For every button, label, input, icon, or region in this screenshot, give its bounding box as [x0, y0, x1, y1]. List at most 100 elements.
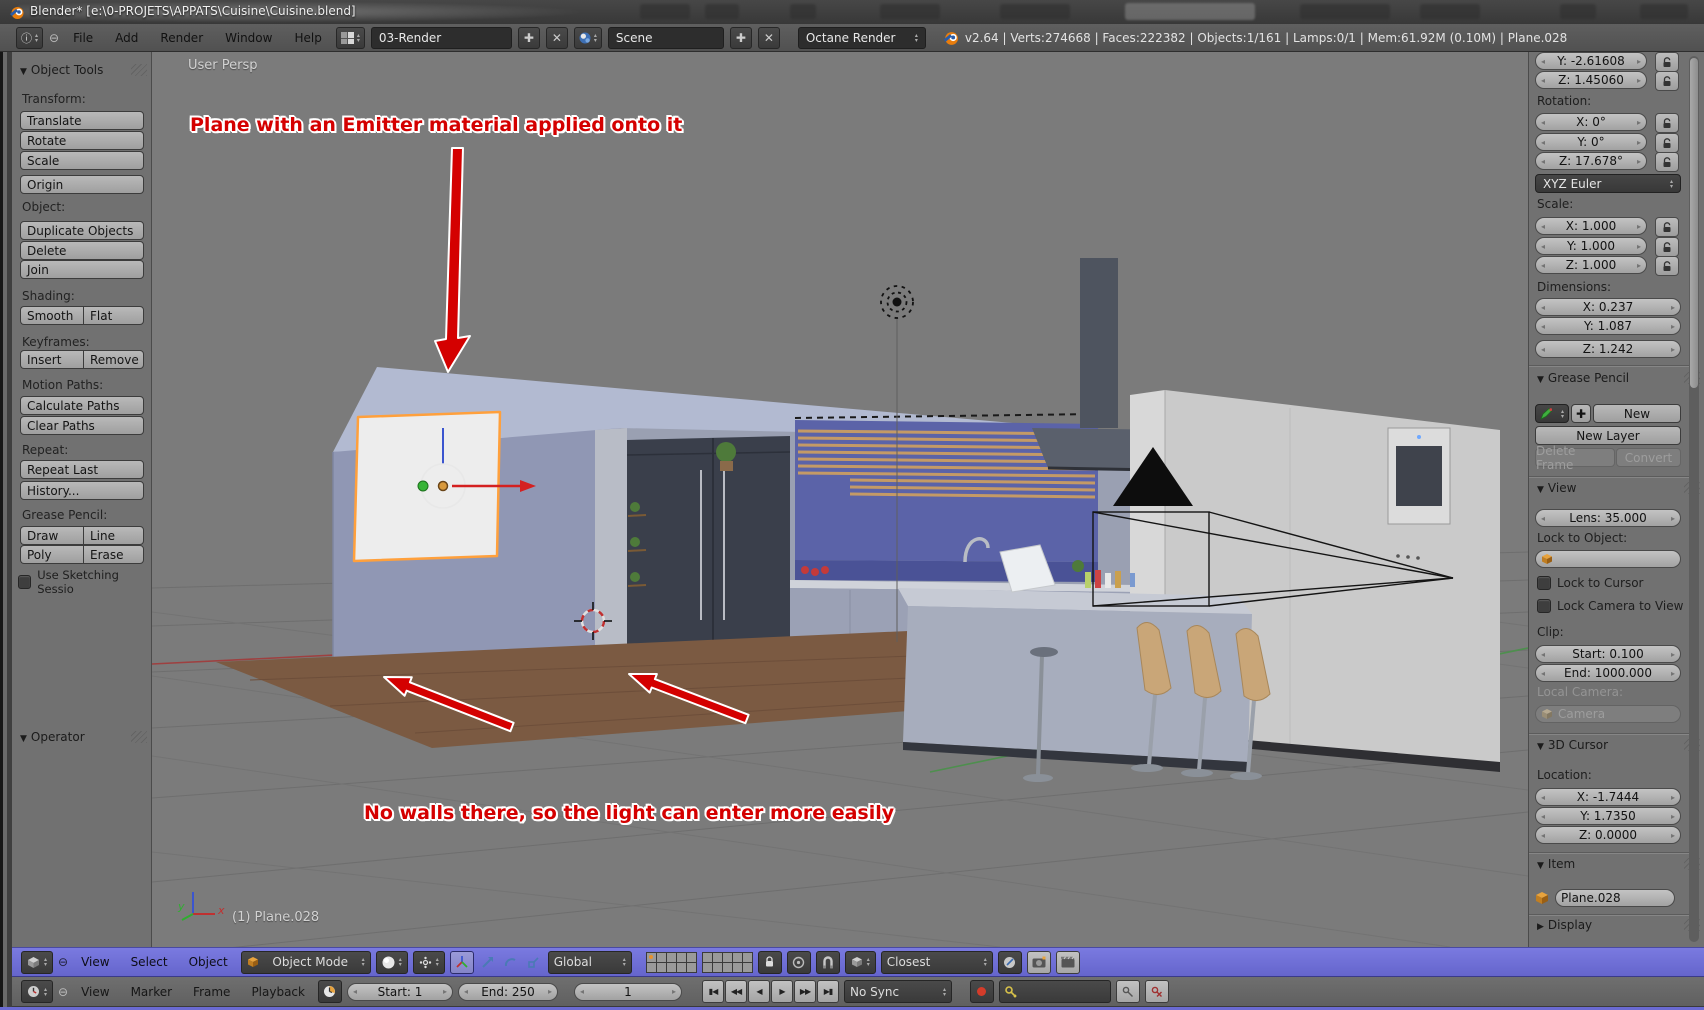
prev-keyframe-button[interactable]: ◀◀ [724, 980, 747, 1003]
menu-view[interactable]: View [73, 955, 117, 969]
delete-button[interactable]: Delete [20, 241, 144, 260]
scale-manipulator-icon[interactable] [525, 952, 543, 973]
opengl-render-image-icon[interactable] [1026, 950, 1051, 974]
gp-delete-frame-button[interactable]: Delete Frame [1535, 444, 1615, 472]
layer-cell-active[interactable] [646, 952, 656, 962]
panel-grip[interactable] [131, 64, 147, 76]
display-panel-header[interactable]: ▶ Display [1537, 918, 1592, 932]
lock-icon[interactable] [1655, 52, 1679, 72]
menu-file[interactable]: File [65, 31, 101, 45]
menu-select[interactable]: Select [123, 955, 176, 969]
rotation-mode-select[interactable]: XYZ Euler ▴ ▾ [1535, 174, 1681, 193]
current-frame-field[interactable]: ◂ 1 ▸ [573, 982, 682, 1001]
grease-pencil-panel-header[interactable]: ▼ Grease Pencil [1537, 371, 1629, 385]
gp-datablock-select[interactable]: ▴ ▾ [1535, 404, 1569, 423]
dimension-z-field[interactable]: ◂ Z: 1.242 ▸ [1535, 340, 1681, 358]
dimension-x-field[interactable]: ◂ X: 0.237 ▸ [1535, 298, 1681, 316]
editor-type-button[interactable]: ▴ ▾ [21, 980, 54, 1003]
play-button[interactable]: ▶ [770, 980, 793, 1003]
lock-camera-checkbox[interactable] [1537, 599, 1551, 613]
remove-keyframe-button[interactable]: Remove [83, 350, 144, 369]
location-y-field[interactable]: ◂ Y: -2.61608 ▸ [1535, 52, 1647, 70]
sync-mode-select[interactable]: No Sync ▴ ▾ [843, 980, 952, 1003]
screen-layout-selector-icon[interactable]: ▴ ▾ [335, 26, 365, 49]
titlebar[interactable]: Blender* [e:\0-PROJETS\APPATS\Cuisine\Cu… [0, 0, 1704, 25]
cursor-z-field[interactable]: ◂ Z: 0.0000 ▸ [1535, 826, 1681, 844]
translate-manipulator-icon[interactable] [479, 952, 497, 973]
gp-draw-button[interactable]: Draw [20, 526, 83, 545]
jump-to-end-button[interactable]: ▶▮ [816, 980, 839, 1003]
menu-add[interactable]: Add [107, 31, 146, 45]
lock-icon[interactable] [1655, 133, 1679, 153]
gp-convert-button[interactable]: Convert [1616, 448, 1681, 467]
cursor-y-field[interactable]: ◂ Y: 1.7350 ▸ [1535, 807, 1681, 825]
rotate-button[interactable]: Rotate [20, 131, 144, 150]
auto-keyframe-record-button[interactable] [969, 980, 994, 1003]
snap-target-select[interactable]: Closest ▴ ▾ [880, 950, 993, 974]
menu-marker[interactable]: Marker [123, 985, 180, 999]
menu-object[interactable]: Object [181, 955, 236, 969]
dimension-y-field[interactable]: ◂ Y: 1.087 ▸ [1535, 317, 1681, 335]
editor-type-button[interactable]: ⓘ ▴ ▾ [16, 26, 44, 49]
clear-paths-button[interactable]: Clear Paths [20, 416, 144, 435]
snap-magnet-icon[interactable] [815, 950, 840, 974]
location-z-field[interactable]: ◂ Z: 1.45060 ▸ [1535, 71, 1647, 89]
duplicate-objects-button[interactable]: Duplicate Objects [20, 221, 144, 240]
item-name-field[interactable]: Plane.028 [1555, 889, 1675, 907]
translate-button[interactable]: Translate [20, 111, 144, 130]
lock-icon[interactable] [1655, 237, 1679, 257]
orientation-select[interactable]: Global ▴ ▾ [547, 950, 632, 974]
smooth-button[interactable]: Smooth [20, 306, 83, 325]
panel-grip[interactable] [131, 731, 147, 743]
origin-button[interactable]: Origin [20, 175, 144, 194]
insert-keyframe-button[interactable]: Insert [20, 350, 83, 369]
menu-view[interactable]: View [73, 985, 117, 999]
clip-start-field[interactable]: ◂ Start: 0.100 ▸ [1535, 645, 1681, 663]
layers-grid-2[interactable] [701, 951, 753, 973]
collapse-menus-button[interactable]: ⊖ [58, 955, 68, 969]
collapse-menus-button[interactable]: ⊖ [58, 985, 68, 999]
frame-end-field[interactable]: ◂ End: 250 ▸ [457, 982, 558, 1001]
layers-grid-1[interactable] [645, 951, 697, 973]
npanel-scrollbar-thumb[interactable] [1690, 58, 1698, 388]
cursor-x-field[interactable]: ◂ X: -1.7444 ▸ [1535, 788, 1681, 806]
gp-add-button[interactable]: ✚ [1571, 404, 1591, 423]
menu-frame[interactable]: Frame [185, 985, 238, 999]
gp-erase-button[interactable]: Erase [83, 545, 144, 564]
local-camera-picker[interactable]: Camera [1535, 705, 1681, 723]
menu-window[interactable]: Window [217, 31, 280, 45]
lock-to-cursor-checkbox[interactable] [1537, 576, 1551, 590]
add-scene-button[interactable]: ✚ [729, 26, 752, 49]
insert-keyframe-icon[interactable] [1115, 980, 1140, 1003]
view-panel-header[interactable]: ▼ View [1537, 481, 1576, 495]
rotate-manipulator-icon[interactable] [502, 952, 520, 973]
add-layout-button[interactable]: ✚ [517, 26, 540, 49]
frame-start-field[interactable]: ◂ Start: 1 ▸ [346, 982, 453, 1001]
rotation-z-field[interactable]: ◂ Z: 17.678° ▸ [1535, 152, 1647, 170]
render-engine-select[interactable]: Octane Render ▴ ▾ [797, 26, 926, 49]
gp-poly-button[interactable]: Poly [20, 545, 83, 564]
lock-object-picker[interactable] [1535, 550, 1681, 568]
lock-icon[interactable] [1655, 71, 1679, 91]
scene-name-field[interactable]: Scene [607, 26, 724, 49]
play-reverse-button[interactable]: ◀ [747, 980, 770, 1003]
lock-icon[interactable] [1655, 113, 1679, 133]
opengl-render-anim-icon[interactable] [1055, 950, 1080, 974]
gp-line-button[interactable]: Line [83, 526, 144, 545]
join-button[interactable]: Join [20, 260, 144, 279]
delete-scene-button[interactable]: ✕ [757, 26, 780, 49]
editor-type-button[interactable]: ▴ ▾ [21, 950, 54, 974]
scale-z-field[interactable]: ◂ Z: 1.000 ▸ [1535, 256, 1647, 274]
proportional-edit-icon[interactable] [786, 950, 811, 974]
rotation-y-field[interactable]: ◂ Y: 0° ▸ [1535, 133, 1647, 151]
lock-icon[interactable] [1655, 152, 1679, 172]
menu-playback[interactable]: Playback [243, 985, 313, 999]
gp-new-button[interactable]: New [1593, 404, 1681, 423]
repeat-last-button[interactable]: Repeat Last [20, 460, 144, 479]
viewport-shading-select[interactable]: ▴ ▾ [375, 950, 408, 974]
menu-render[interactable]: Render [152, 31, 211, 45]
scale-button[interactable]: Scale [20, 151, 144, 170]
clip-end-field[interactable]: ◂ End: 1000.000 ▸ [1535, 664, 1681, 682]
snap-element-select[interactable]: ▴ ▾ [844, 950, 876, 974]
mode-select[interactable]: Object Mode ▴ ▾ [240, 950, 371, 974]
